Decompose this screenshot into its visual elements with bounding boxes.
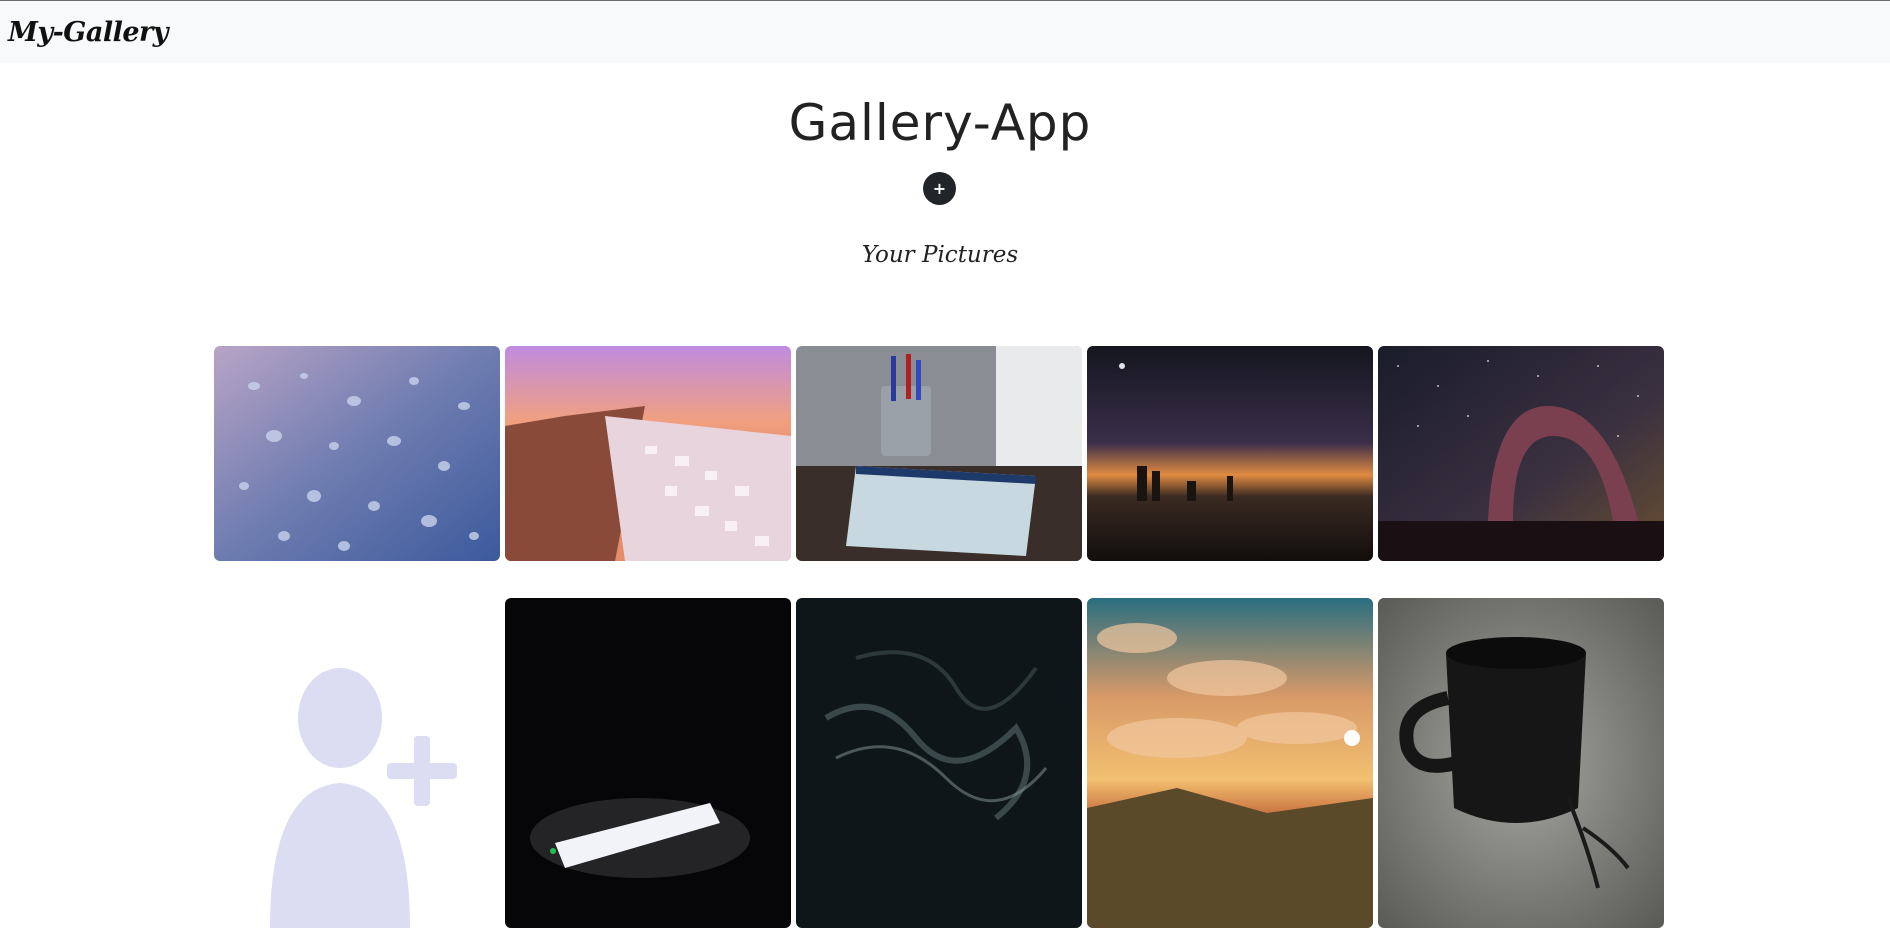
gallery-photo-mountain-sky[interactable] — [1087, 598, 1373, 928]
gallery-photo-santorini[interactable] — [505, 346, 791, 561]
scrollbar[interactable] — [1880, 63, 1890, 917]
gallery-photo-smoke[interactable] — [796, 598, 1082, 928]
black-mug-image — [1378, 598, 1664, 928]
add-user-placeholder-icon — [270, 668, 457, 928]
milky-way-arch-image — [1378, 346, 1664, 561]
navbar: My-Gallery — [0, 0, 1890, 63]
notebook-pens-image — [796, 346, 1082, 561]
gallery-photo-water-droplets[interactable] — [214, 346, 500, 561]
brand-logo[interactable]: My-Gallery — [8, 17, 168, 48]
add-user-placeholder[interactable] — [214, 598, 500, 928]
laptop-glow-dark-image — [505, 598, 791, 928]
gallery-photo-mug[interactable] — [1378, 598, 1664, 928]
city-sunset-fisheye-image — [1087, 346, 1373, 561]
gallery-photo-city-sunset[interactable] — [1087, 346, 1373, 561]
section-title: Your Pictures — [861, 242, 1019, 268]
water-droplets-image — [214, 346, 500, 561]
add-picture-button[interactable]: + — [923, 172, 956, 205]
santorini-cliff-image — [505, 346, 791, 561]
page-title: Gallery-App — [788, 94, 1092, 152]
gallery-photo-notebook[interactable] — [796, 346, 1082, 561]
gallery-photo-laptop[interactable] — [505, 598, 791, 928]
gallery-photo-milky-way[interactable] — [1378, 346, 1664, 561]
mountain-sky-image — [1087, 598, 1373, 928]
dark-smoke-abstract-image — [796, 598, 1082, 928]
